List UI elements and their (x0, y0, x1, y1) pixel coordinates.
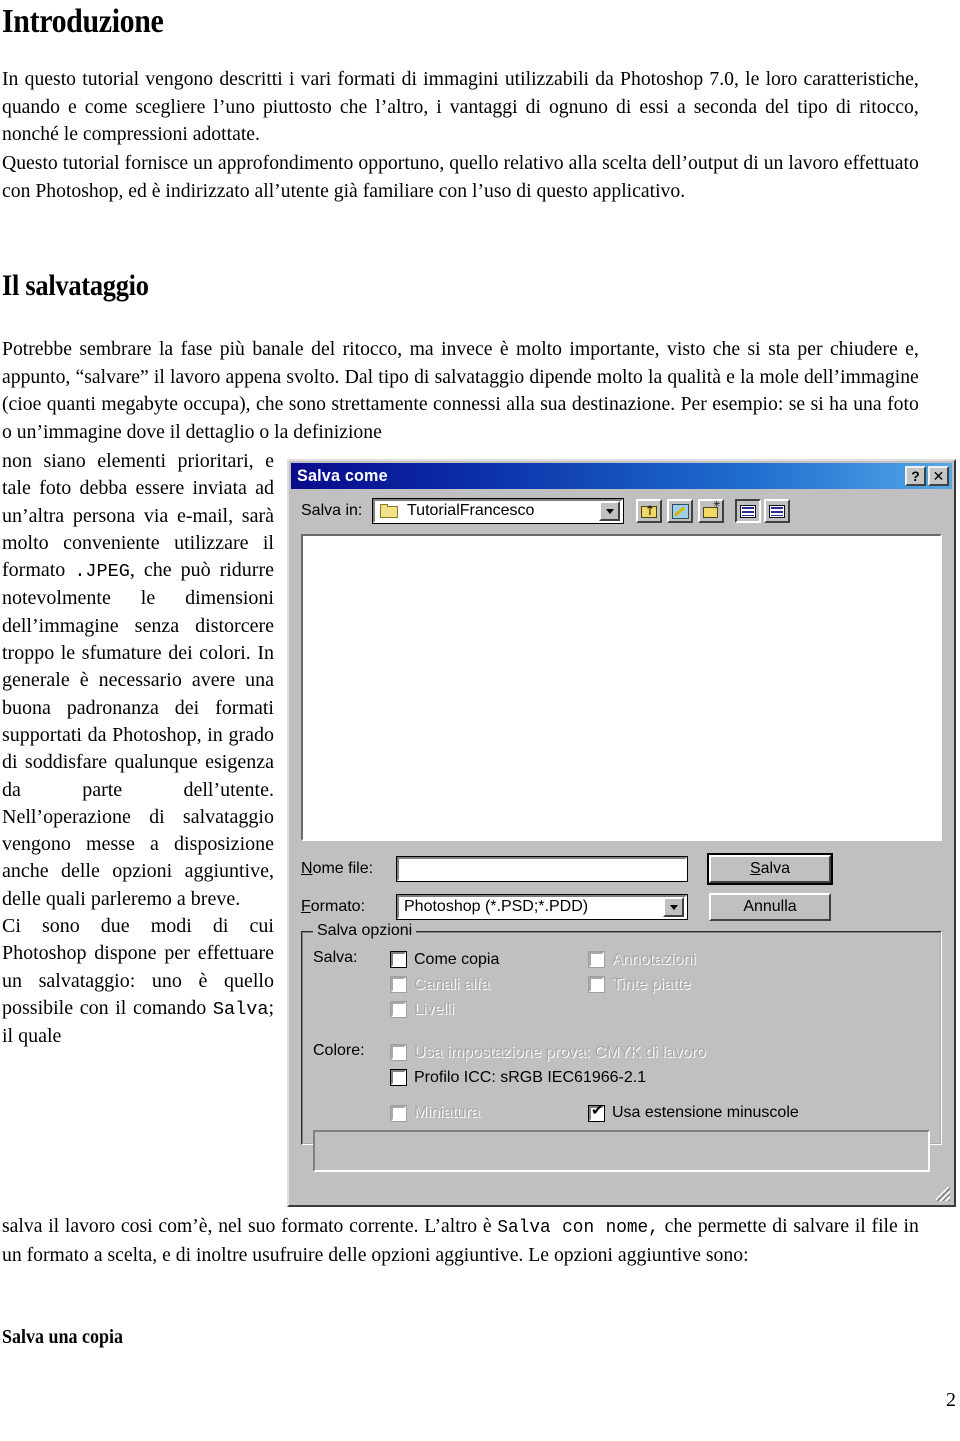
look-in-combo[interactable]: TutorialFrancesco (372, 498, 624, 524)
save-row-label: Salva: (313, 949, 358, 966)
checkbox-row-profilo-icc[interactable]: Profilo ICC: sRGB IEC61966-2.1 (390, 1065, 930, 1090)
subheading-salva-una-copia: Salva una copia (2, 1326, 124, 1348)
folder-icon (380, 503, 399, 519)
section-title-il-salvataggio: Il salvataggio (2, 269, 149, 302)
checkbox-row-usa-impostazione: Usa impostazione prova: CMYK di lavoro (390, 1040, 930, 1065)
chevron-down-icon-format[interactable] (663, 897, 684, 917)
checkbox-row-annotazioni: Annotazioni (588, 947, 787, 972)
chevron-down-icon[interactable] (599, 501, 620, 521)
inline-code-jpeg: .JPEG (74, 561, 130, 583)
save-options-group: Salva opzioni Salva: Come copia Canali a… (301, 922, 942, 1172)
checkbox-annotazioni (588, 951, 605, 968)
checkbox-miniatura (390, 1104, 407, 1122)
tail-text-a: salva il lavoro cosi com’è, nel suo form… (2, 1215, 498, 1237)
checkbox-usa-impostazione-prova (390, 1044, 407, 1061)
wrapped-text-column: non siano elementi prioritari, e tale fo… (2, 448, 274, 1051)
checkbox-profilo-icc[interactable] (390, 1069, 407, 1086)
inline-code-salva-con-nome: Salva con nome, (497, 1217, 659, 1238)
filename-input[interactable] (396, 856, 688, 882)
page-title-introduzione: Introduzione (2, 3, 164, 40)
format-row: Formato: Photoshop (*.PSD;*.PDD) Annulla (301, 893, 942, 921)
color-checkbox-grid: Colore: Usa impostazione prova: CMYK di … (313, 1040, 930, 1090)
filename-label: Nome file: (301, 860, 374, 877)
document-page: Introduzione In questo tutorial vengono … (0, 0, 960, 1441)
checkbox-label-usa-impostazione-prova: Usa impostazione prova: CMYK di lavoro (414, 1043, 706, 1061)
checkbox-tinte-piatte (588, 976, 605, 993)
format-value: Photoshop (*.PSD;*.PDD) (404, 898, 589, 915)
details-view-icon[interactable] (764, 499, 790, 523)
checkbox-label-profilo-icc: Profilo ICC: sRGB IEC61966-2.1 (414, 1068, 647, 1086)
cancel-button[interactable]: Annulla (709, 893, 831, 921)
checkbox-come-copia[interactable] (390, 951, 407, 968)
dialog-title: Salva come (297, 466, 388, 485)
miniature-row: Miniatura Usa estensione minuscole (313, 1103, 930, 1122)
create-shortcut-icon[interactable] (667, 499, 693, 523)
dialog-toolbar (631, 499, 790, 523)
page-number: 2 (946, 1389, 956, 1411)
checkbox-label-livelli: Livelli (414, 1000, 455, 1018)
paragraph-salvataggio-1: Potrebbe sembrare la fase più banale del… (2, 338, 919, 443)
close-icon[interactable]: ✕ (928, 466, 949, 486)
checkbox-canali-alfa (390, 976, 407, 993)
checkbox-row-tinte-piatte: Tinte piatte (588, 972, 787, 997)
look-in-row: Salva in: TutorialFrancesco (301, 497, 942, 525)
checkbox-label-come-copia: Come copia (414, 950, 500, 968)
checkbox-row-come-copia[interactable]: Come copia (390, 947, 589, 972)
paragraph-col-left-2: Ci sono due modi di cui Photoshop dispon… (2, 913, 274, 1050)
checkbox-label-canali-alfa: Canali alfa (414, 975, 490, 993)
file-list[interactable] (301, 534, 942, 841)
save-button-label: alva (760, 860, 791, 877)
save-options-group-title: Salva opzioni (313, 922, 417, 940)
inline-code-salva: Salva (212, 998, 269, 1020)
checkbox-label-miniatura: Miniatura (414, 1104, 480, 1121)
save-checkbox-grid: Salva: Come copia Canali alfa Livelli An… (313, 947, 930, 1022)
paragraph-tail: salva il lavoro cosi com’è, nel suo form… (2, 1213, 919, 1269)
color-row-label: Colore: (313, 1042, 365, 1059)
checkbox-livelli (390, 1001, 407, 1018)
checkbox-usa-estensione-minuscole[interactable] (588, 1103, 605, 1122)
new-folder-icon[interactable] (698, 499, 724, 523)
help-button[interactable]: ? (905, 466, 926, 486)
format-combo[interactable]: Photoshop (*.PSD;*.PDD) (396, 894, 688, 920)
list-view-icon[interactable] (735, 499, 761, 523)
paragraph-intro-1: In questo tutorial vengono descritti i v… (2, 68, 919, 145)
checkbox-label-tinte-piatte: Tinte piatte (612, 975, 691, 993)
save-options-column-1: Come copia Canali alfa Livelli (390, 947, 589, 1022)
thumbnail-preview-box (313, 1130, 930, 1172)
dialog-titlebar[interactable]: Salva come ? ✕ (291, 463, 952, 489)
look-in-value: TutorialFrancesco (407, 502, 535, 519)
paragraph-col-left-1: non siano elementi prioritari, e tale fo… (2, 448, 274, 913)
checkbox-label-usa-estensione-minuscole: Usa estensione minuscole (612, 1104, 799, 1121)
checkbox-label-annotazioni: Annotazioni (612, 950, 696, 968)
checkbox-row-livelli: Livelli (390, 997, 589, 1022)
paragraph-intro-2: Questo tutorial fornisce un approfondime… (2, 152, 919, 202)
save-options-column-2: Annotazioni Tinte piatte (588, 947, 787, 1022)
checkbox-row-canali-alfa: Canali alfa (390, 972, 589, 997)
col-left-text-b: , che può ridurre notevolmente le dimens… (2, 559, 274, 910)
format-label: Formato: (301, 898, 366, 915)
look-in-label: Salva in: (301, 502, 363, 519)
filename-row: Nome file: Salva (301, 853, 942, 885)
save-button[interactable]: Salva (707, 853, 833, 885)
up-folder-icon[interactable] (636, 499, 662, 523)
resize-grip[interactable] (936, 1187, 950, 1201)
save-as-dialog: Salva come ? ✕ Salva in: TutorialFrances… (287, 459, 956, 1207)
